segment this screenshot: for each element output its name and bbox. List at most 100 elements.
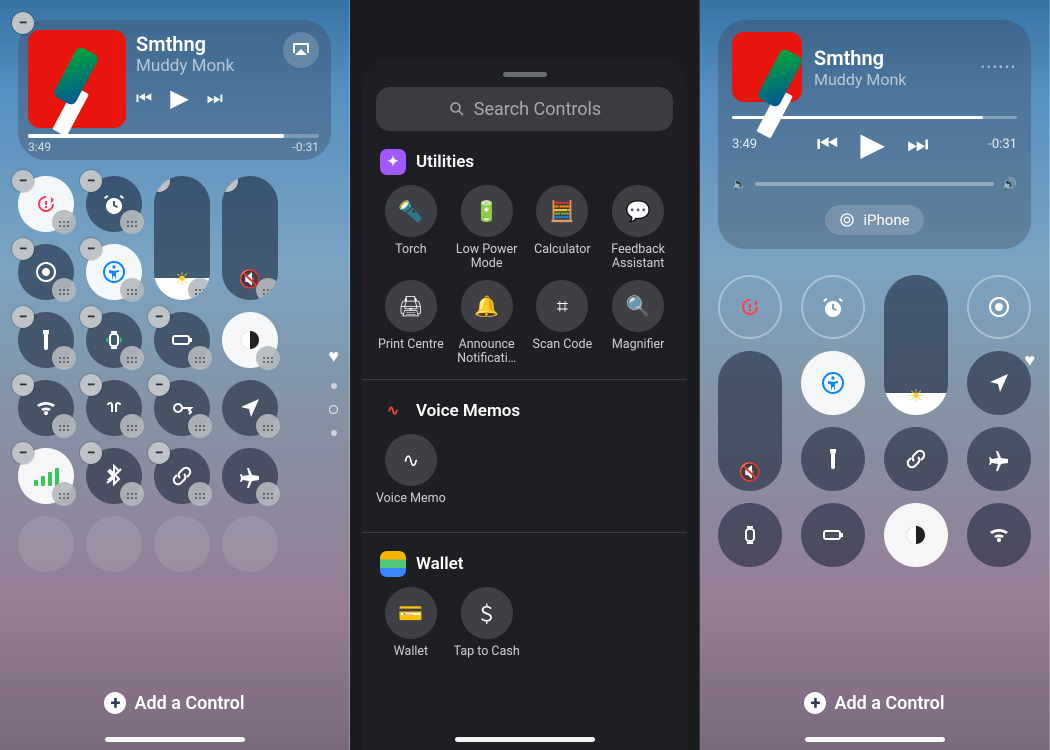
remove-badge-icon[interactable]: − <box>80 306 102 328</box>
now-playing-expanded[interactable]: Smthng Muddy Monk •••••• 3:49 ⏮ ▶ ⏭ -0:3… <box>718 20 1031 249</box>
gallery-item[interactable]: 🖨Print Centre <box>376 280 446 367</box>
low-power-tile[interactable] <box>801 503 865 567</box>
remove-badge-icon[interactable]: − <box>12 374 34 396</box>
empty-slot[interactable] <box>154 516 210 572</box>
play-icon[interactable]: ▶ <box>170 84 188 112</box>
resize-handle-icon[interactable] <box>120 346 144 370</box>
resize-handle-icon[interactable] <box>188 414 212 438</box>
dark-mode-tile[interactable] <box>884 503 948 567</box>
resize-handle-icon[interactable] <box>52 278 76 302</box>
brightness-slider[interactable]: ☀ <box>884 275 948 415</box>
gallery-item[interactable]: ⌗Scan Code <box>528 280 598 367</box>
resize-handle-icon[interactable] <box>52 210 76 234</box>
resize-handle-icon[interactable] <box>188 278 210 300</box>
remove-badge-icon[interactable]: − <box>12 306 34 328</box>
link-tile[interactable] <box>884 427 948 491</box>
gallery-item[interactable]: 🔋Low Power Mode <box>452 185 522 272</box>
wifi-tile[interactable]: − <box>18 380 74 436</box>
home-indicator[interactable] <box>805 737 945 742</box>
remove-badge-icon[interactable]: − <box>222 176 238 192</box>
home-indicator[interactable] <box>455 737 595 742</box>
remove-badge-icon[interactable]: − <box>148 306 170 328</box>
dark-mode-tile[interactable] <box>222 312 278 368</box>
brightness-slider[interactable]: − ☀ <box>154 176 210 300</box>
location-tile[interactable] <box>222 380 278 436</box>
empty-slot[interactable] <box>18 516 74 572</box>
play-icon[interactable]: ▶ <box>860 125 885 163</box>
gallery-item[interactable]: 🔦Torch <box>376 185 446 272</box>
resize-handle-icon[interactable] <box>188 482 212 506</box>
volume-slider[interactable]: 🔇 <box>718 351 782 491</box>
airplay-button[interactable] <box>283 32 319 68</box>
gallery-item[interactable]: ∿Voice Memo <box>376 434 446 520</box>
link-tile[interactable]: − <box>154 448 210 504</box>
add-control-button[interactable]: + Add a Control <box>0 692 349 714</box>
remove-badge-icon[interactable]: − <box>12 12 34 34</box>
airpods-tile[interactable]: − <box>86 380 142 436</box>
low-power-tile[interactable]: − <box>154 312 210 368</box>
bluetooth-tile[interactable]: − <box>86 448 142 504</box>
watch-tile[interactable] <box>718 503 782 567</box>
alarm-tile[interactable] <box>801 275 865 339</box>
screen-record-tile[interactable] <box>967 275 1031 339</box>
sheet-grabber[interactable] <box>503 72 547 77</box>
resize-handle-icon[interactable] <box>52 414 76 438</box>
remove-badge-icon[interactable]: − <box>12 238 34 260</box>
flashlight-tile[interactable]: − <box>18 312 74 368</box>
remove-badge-icon[interactable]: − <box>12 442 34 464</box>
remove-badge-icon[interactable]: − <box>148 374 170 396</box>
resize-handle-icon[interactable] <box>256 346 280 370</box>
screen-record-tile[interactable]: − <box>18 244 74 300</box>
accessibility-tile[interactable] <box>801 351 865 415</box>
volume-slider[interactable]: − 🔇 <box>222 176 278 300</box>
add-control-button[interactable]: + Add a Control <box>700 692 1049 714</box>
gallery-item[interactable]: 💳Wallet <box>376 587 446 673</box>
remove-badge-icon[interactable]: − <box>80 442 102 464</box>
prev-icon[interactable]: ⏮ <box>817 130 839 158</box>
remove-badge-icon[interactable]: − <box>80 374 102 396</box>
gallery-item[interactable]: ＄Tap to Cash <box>452 587 522 673</box>
remove-badge-icon[interactable]: − <box>148 442 170 464</box>
cellular-tile[interactable]: − <box>18 448 74 504</box>
next-icon[interactable]: ⏭ <box>907 130 929 158</box>
search-input[interactable]: Search Controls <box>376 87 673 131</box>
rotation-lock-tile[interactable] <box>718 275 782 339</box>
remove-badge-icon[interactable]: − <box>12 170 34 192</box>
alarm-tile[interactable]: − <box>86 176 142 232</box>
resize-handle-icon[interactable] <box>188 346 212 370</box>
resize-handle-icon[interactable] <box>256 482 280 506</box>
empty-slot[interactable] <box>222 516 278 572</box>
next-icon[interactable]: ⏭ <box>207 88 223 109</box>
resize-handle-icon[interactable] <box>120 414 144 438</box>
gallery-item[interactable]: 💬Feedback Assistant <box>603 185 673 272</box>
remove-badge-icon[interactable]: − <box>80 170 102 192</box>
scrubber[interactable] <box>732 116 1017 119</box>
resize-handle-icon[interactable] <box>120 278 144 302</box>
empty-slot[interactable] <box>86 516 142 572</box>
watch-tile[interactable]: − <box>86 312 142 368</box>
gallery-item[interactable]: 🔍Magnifier <box>603 280 673 367</box>
resize-handle-icon[interactable] <box>120 482 144 506</box>
remove-badge-icon[interactable]: − <box>154 176 170 192</box>
resize-handle-icon[interactable] <box>52 346 76 370</box>
airplane-tile[interactable] <box>967 427 1031 491</box>
gallery-item[interactable]: 🔔Announce Notificati… <box>452 280 522 367</box>
volume-bar[interactable]: 🔈 🔊 <box>732 177 1017 191</box>
prev-icon[interactable]: ⏮ <box>136 88 152 109</box>
flashlight-tile[interactable] <box>801 427 865 491</box>
wifi-tile[interactable] <box>967 503 1031 567</box>
resize-handle-icon[interactable] <box>256 414 280 438</box>
page-indicators[interactable]: ♥ <box>328 346 339 436</box>
now-playing-card[interactable]: − Smthng Muddy Monk ⏮ ▶ ⏭ <box>18 20 331 160</box>
accessibility-tile[interactable]: − <box>86 244 142 300</box>
resize-handle-icon[interactable] <box>52 482 76 506</box>
remove-badge-icon[interactable]: − <box>80 238 102 260</box>
rotation-lock-tile[interactable]: − <box>18 176 74 232</box>
passwords-tile[interactable]: − <box>154 380 210 436</box>
home-indicator[interactable] <box>105 737 245 742</box>
scrubber[interactable] <box>28 134 319 138</box>
audio-route-button[interactable]: iPhone <box>825 205 923 235</box>
location-tile[interactable] <box>967 351 1031 415</box>
resize-handle-icon[interactable] <box>120 210 144 234</box>
gallery-item[interactable]: 🧮Calculator <box>528 185 598 272</box>
